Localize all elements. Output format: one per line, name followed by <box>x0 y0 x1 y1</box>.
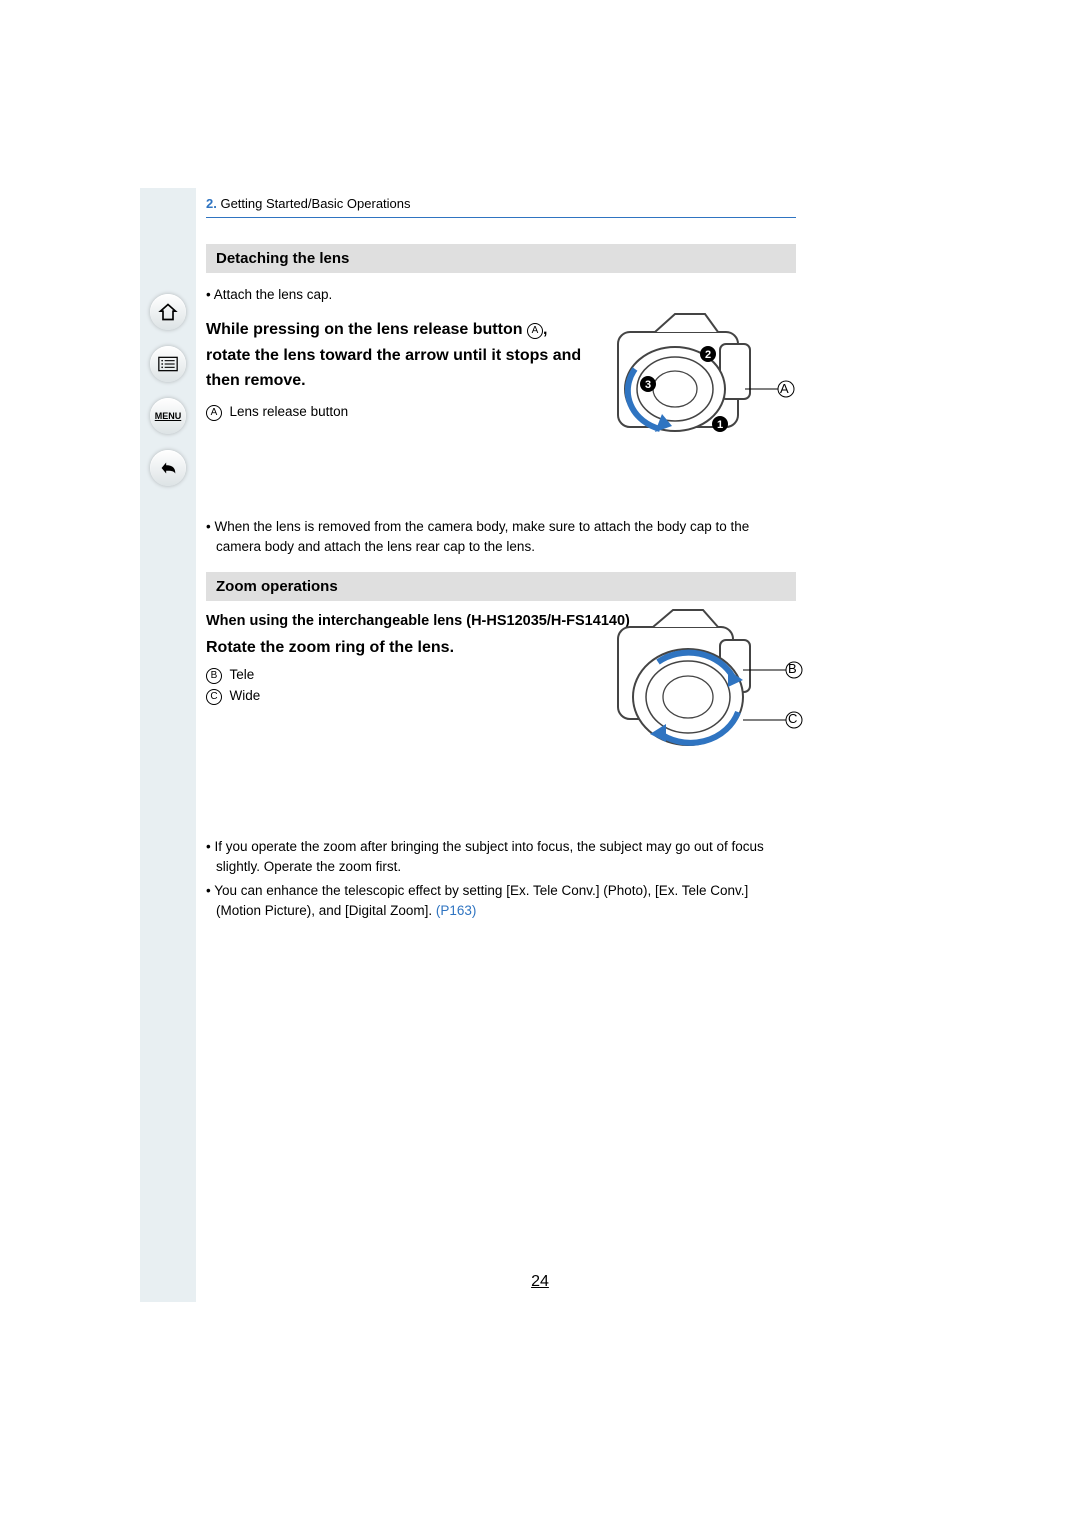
home-icon <box>158 302 178 322</box>
note-zoom-focus: • If you operate the zoom after bringing… <box>206 837 796 878</box>
breadcrumb: 2. Getting Started/Basic Operations <box>206 196 796 211</box>
illustration-detach-lens: 2 3 1 A <box>600 304 800 464</box>
page: MENU 2. Getting Started/Basic Operations… <box>0 0 1080 1526</box>
legend-a-text: Lens release button <box>230 404 349 419</box>
note-tele-conv-text: • You can enhance the telescopic effect … <box>206 883 748 918</box>
menu-button-label: MENU <box>155 411 182 421</box>
note-detach: • When the lens is removed from the came… <box>206 517 796 558</box>
page-number: 24 <box>0 1273 1080 1291</box>
circled-c: C <box>206 689 222 705</box>
instruction-detach: While pressing on the lens release butto… <box>206 317 586 394</box>
circled-a: A <box>206 405 222 421</box>
svg-text:3: 3 <box>645 379 651 391</box>
section-heading-detaching: Detaching the lens <box>206 244 796 273</box>
diagram-callout-c: C <box>788 711 797 726</box>
camera-zoom-icon <box>608 602 808 777</box>
sidebar-buttons: MENU <box>148 294 188 486</box>
link-p163[interactable]: (P163) <box>436 903 477 918</box>
svg-text:2: 2 <box>705 349 711 361</box>
breadcrumb-number: 2. <box>206 196 217 211</box>
legend-b-text: Tele <box>230 667 255 682</box>
diagram-callout-a: A <box>780 381 789 396</box>
circled-a-inline: A <box>527 323 543 339</box>
circled-b: B <box>206 668 222 684</box>
bullet-attach-cap: • Attach the lens cap. <box>206 285 796 305</box>
note-body-cap: • When the lens is removed from the came… <box>206 517 796 558</box>
notes-zoom: • If you operate the zoom after bringing… <box>206 837 796 922</box>
toc-button[interactable] <box>150 346 186 382</box>
home-button[interactable] <box>150 294 186 330</box>
back-button[interactable] <box>150 450 186 486</box>
diagram-callout-b: B <box>788 661 797 676</box>
instruction-text-part1: While pressing on the lens release butto… <box>206 321 527 338</box>
sidebar: MENU <box>140 188 196 1302</box>
svg-text:1: 1 <box>717 419 723 431</box>
list-icon <box>158 356 178 372</box>
breadcrumb-text: Getting Started/Basic Operations <box>220 196 410 211</box>
note-tele-conv: • You can enhance the telescopic effect … <box>206 881 796 922</box>
section-heading-zoom: Zoom operations <box>206 572 796 601</box>
camera-detach-icon: 2 3 1 <box>600 304 800 464</box>
back-icon <box>157 459 179 477</box>
illustration-zoom-ring: B C <box>608 602 808 777</box>
legend-c-text: Wide <box>230 688 261 703</box>
menu-button[interactable]: MENU <box>150 398 186 434</box>
divider <box>206 217 796 218</box>
